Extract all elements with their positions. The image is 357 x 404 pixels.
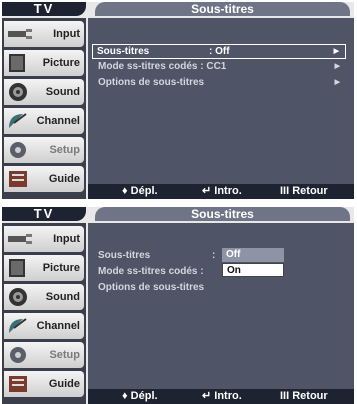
menu-content: Sous-titres : Mode ss-titres codés : Opt…: [88, 223, 354, 390]
footer-move: ♦ Dépl.: [122, 390, 158, 402]
gear-icon: [10, 347, 26, 363]
row-label: Mode ss-titres codés :: [98, 266, 204, 277]
menu-row-sous-titres[interactable]: Sous-titres :: [94, 249, 346, 262]
row-value: : Off: [209, 46, 230, 57]
sidebar-item-input[interactable]: Input: [4, 226, 84, 252]
sidebar-item-guide[interactable]: Guide: [4, 371, 84, 397]
footer-bar: ♦ Dépl. ↵ Intro. III Retour: [88, 389, 354, 404]
sidebar-item-sound[interactable]: Sound: [4, 284, 84, 310]
gear-icon: [10, 142, 26, 158]
menu-row-mode[interactable]: Mode ss-titres codés : CC1 ▶: [94, 60, 346, 73]
plug-icon: [8, 234, 32, 244]
row-label: Sous-titres: [98, 250, 151, 261]
sidebar-item-channel[interactable]: Channel: [4, 108, 84, 134]
row-label: Options de sous-titres: [98, 282, 205, 293]
sidebar-item-label: Picture: [42, 262, 80, 274]
tv-label: TV: [2, 207, 86, 221]
sidebar-item-label: Channel: [36, 115, 80, 127]
menu-screen-1: TV Sous-titres Input Picture Sound Chann…: [2, 2, 354, 199]
sidebar-item-setup[interactable]: Setup: [4, 137, 84, 163]
menu-content: Sous-titres : Off ▶ Mode ss-titres codés…: [88, 18, 354, 185]
plug-icon: [8, 29, 32, 39]
sidebar-item-picture[interactable]: Picture: [4, 255, 84, 281]
row-value: :: [212, 250, 216, 261]
sidebar: Input Picture Sound Channel Setup Guide: [2, 223, 86, 404]
sidebar: Input Picture Sound Channel Setup Guide: [2, 18, 86, 199]
sidebar-item-label: Channel: [36, 320, 80, 332]
menu-title: Sous-titres: [95, 207, 350, 221]
sidebar-item-label: Setup: [49, 349, 80, 361]
row-label: Options de sous-titres: [98, 77, 205, 88]
menu-title: Sous-titres: [95, 2, 350, 16]
menu-row-sous-titres[interactable]: Sous-titres : Off ▶: [92, 44, 346, 59]
sidebar-item-label: Input: [53, 233, 80, 245]
tv-label: TV: [2, 2, 86, 16]
option-off[interactable]: Off: [222, 248, 284, 262]
speaker-icon: [9, 288, 27, 306]
sidebar-item-setup[interactable]: Setup: [4, 342, 84, 368]
sidebar-item-label: Input: [53, 28, 80, 40]
footer-return: III Retour: [280, 185, 328, 197]
footer-return: III Retour: [280, 390, 328, 402]
arrow-right-icon: ▶: [333, 48, 339, 55]
sidebar-item-channel[interactable]: Channel: [4, 313, 84, 339]
sidebar-item-label: Sound: [45, 86, 80, 98]
picture-icon: [9, 54, 25, 72]
sidebar-item-input[interactable]: Input: [4, 21, 84, 47]
arrow-right-icon: ▶: [334, 79, 340, 86]
sidebar-item-label: Setup: [49, 144, 80, 156]
sidebar-item-label: Guide: [48, 173, 80, 185]
menu-screen-2: TV Sous-titres Input Picture Sound Chann…: [2, 207, 354, 404]
option-on-selected[interactable]: On: [222, 263, 284, 277]
arrow-right-icon: ▶: [334, 63, 340, 70]
speaker-icon: [9, 83, 27, 101]
picture-icon: [9, 259, 25, 277]
guide-icon: [9, 376, 27, 392]
footer-enter: ↵ Intro.: [202, 390, 242, 402]
menu-row-options[interactable]: Options de sous-titres: [94, 281, 346, 294]
sidebar-item-label: Picture: [42, 57, 80, 69]
sidebar-item-picture[interactable]: Picture: [4, 50, 84, 76]
sidebar-item-label: Sound: [45, 291, 80, 303]
menu-row-options[interactable]: Options de sous-titres ▶: [94, 76, 346, 89]
row-label: Mode ss-titres codés : CC1: [98, 61, 227, 72]
satellite-dish-icon: [9, 113, 27, 128]
menu-row-mode[interactable]: Mode ss-titres codés :: [94, 265, 346, 278]
footer-move: ♦ Dépl.: [122, 185, 158, 197]
sidebar-item-sound[interactable]: Sound: [4, 79, 84, 105]
sidebar-item-label: Guide: [48, 378, 80, 390]
satellite-dish-icon: [9, 318, 27, 333]
sidebar-item-guide[interactable]: Guide: [4, 166, 84, 192]
guide-icon: [9, 171, 27, 187]
footer-bar: ♦ Dépl. ↵ Intro. III Retour: [88, 184, 354, 199]
footer-enter: ↵ Intro.: [202, 185, 242, 197]
row-label: Sous-titres: [97, 46, 150, 57]
